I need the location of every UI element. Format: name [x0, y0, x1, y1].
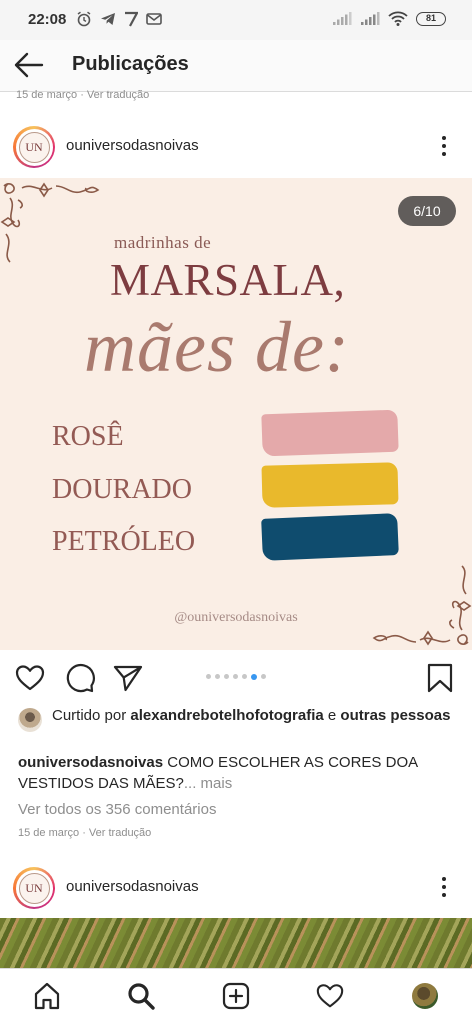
carousel-indicator [0, 673, 472, 680]
color-swatch-petroleo [261, 513, 399, 561]
app-icon [125, 11, 138, 27]
carousel-dot [242, 674, 247, 679]
home-icon[interactable] [32, 981, 62, 1011]
next-post-header: UN ouniversodasnoivas [0, 856, 472, 918]
search-icon[interactable] [126, 981, 156, 1011]
carousel-dot [215, 674, 220, 679]
more-options-icon[interactable] [434, 133, 454, 159]
image-text-line3: mães de: [84, 307, 350, 387]
image-watermark: @ouniversodasnoivas [174, 610, 298, 625]
post-caption: ouniversodasnoivas COMO ESCOLHER AS CORE… [18, 752, 458, 794]
color-swatch-rose [261, 409, 399, 457]
activity-heart-icon[interactable] [315, 981, 345, 1011]
add-post-icon[interactable] [221, 981, 251, 1011]
gmail-icon [146, 13, 162, 25]
carousel-dot [233, 674, 238, 679]
telegram-icon [101, 13, 115, 25]
image-text-line1: madrinhas de [114, 233, 212, 252]
color-swatch-dourado [261, 462, 399, 508]
carousel-dot [206, 674, 211, 679]
color-label-rose: ROSÊ [52, 421, 124, 452]
bookmark-icon[interactable] [424, 662, 456, 694]
post-actions [0, 650, 472, 706]
carousel-dot [261, 674, 266, 679]
profile-avatar[interactable] [412, 983, 438, 1009]
avatar[interactable]: UN [13, 126, 55, 168]
ornament-top-left-icon [0, 182, 100, 263]
post-username[interactable]: ouniversodasnoivas [66, 137, 199, 154]
post-header: UN ouniversodasnoivas [0, 115, 472, 177]
status-bar: 22:08 81 [0, 0, 472, 40]
wifi-icon [388, 11, 408, 26]
back-arrow-icon[interactable] [12, 50, 46, 80]
liker-username[interactable]: alexandrebotelhofotografia [130, 707, 323, 724]
liker-avatar[interactable] [18, 708, 42, 732]
battery-icon: 81 [416, 11, 446, 26]
next-post-username[interactable]: ouniversodasnoivas [66, 878, 199, 895]
color-label-dourado: DOURADO [52, 474, 192, 505]
carousel-counter: 6/10 [398, 196, 456, 226]
carousel-dot [224, 674, 229, 679]
view-comments-link[interactable]: Ver todos os 356 comentários [18, 801, 216, 818]
more-options-icon[interactable] [434, 874, 454, 900]
image-text-line2: MARSALA, [110, 255, 346, 305]
previous-post-date[interactable]: 15 de março · Ver tradução [16, 89, 149, 101]
carousel-dot [251, 673, 257, 680]
ornament-bottom-right-icon [372, 565, 472, 646]
signal-icon [333, 11, 352, 25]
likes-others[interactable]: outras pessoas [340, 707, 450, 724]
likes-text[interactable]: Curtido por alexandrebotelhofotografia e… [52, 706, 458, 726]
caption-more-link[interactable]: ... mais [184, 775, 232, 792]
post-image[interactable]: 6/10 madrinhas de MARSALA, mães de: ROSÊ… [0, 178, 472, 650]
page-title: Publicações [72, 53, 189, 75]
avatar-logo: UN [18, 872, 50, 904]
avatar[interactable]: UN [13, 867, 55, 909]
next-post-image[interactable] [0, 918, 472, 968]
alarm-icon [77, 11, 91, 27]
post-date[interactable]: 15 de março · Ver tradução [18, 827, 151, 839]
bottom-navigation [0, 968, 472, 1024]
color-label-petroleo: PETRÓLEO [52, 526, 196, 557]
app-header: Publicações [0, 40, 472, 92]
avatar-logo: UN [18, 131, 50, 163]
signal-icon [361, 11, 380, 25]
status-time: 22:08 [28, 11, 67, 28]
caption-username[interactable]: ouniversodasnoivas [18, 754, 163, 771]
